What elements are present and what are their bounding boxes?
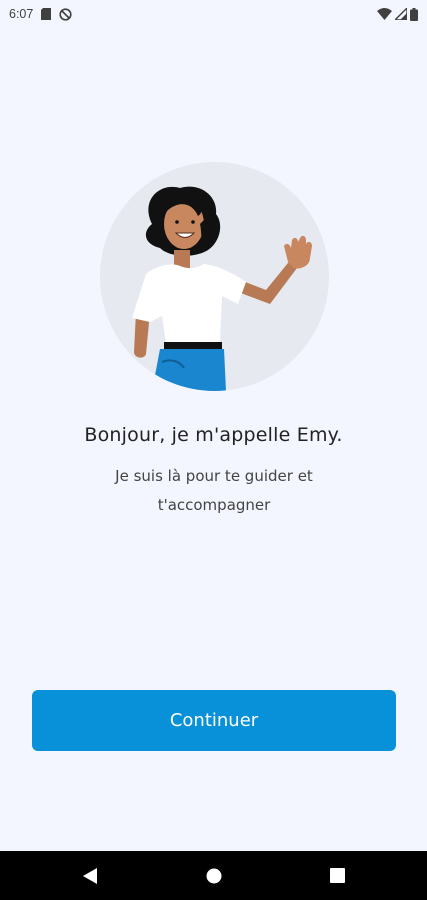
onboarding-screen: 6:07 Bonjour, je m'appelle Emy. Je suis … <box>0 0 427 900</box>
greeting-title: Bonjour, je m'appelle Emy. <box>84 424 343 446</box>
cell-signal-icon <box>395 8 407 20</box>
back-icon[interactable] <box>60 851 120 900</box>
navigation-bar <box>0 851 427 900</box>
emy-illustration <box>100 162 329 391</box>
status-right <box>377 7 418 21</box>
status-bar: 6:07 <box>0 0 427 28</box>
status-left: 6:07 <box>9 7 72 21</box>
recents-icon[interactable] <box>307 851 367 900</box>
wifi-icon <box>377 8 392 20</box>
sd-card-icon <box>41 8 52 20</box>
status-time: 6:07 <box>9 7 34 21</box>
battery-icon <box>410 7 418 21</box>
greeting-subtitle: Je suis là pour te guider et t'accompagn… <box>115 467 313 514</box>
no-sync-icon <box>59 7 72 21</box>
continue-button[interactable]: Continuer <box>32 690 396 751</box>
home-icon[interactable] <box>184 851 244 900</box>
